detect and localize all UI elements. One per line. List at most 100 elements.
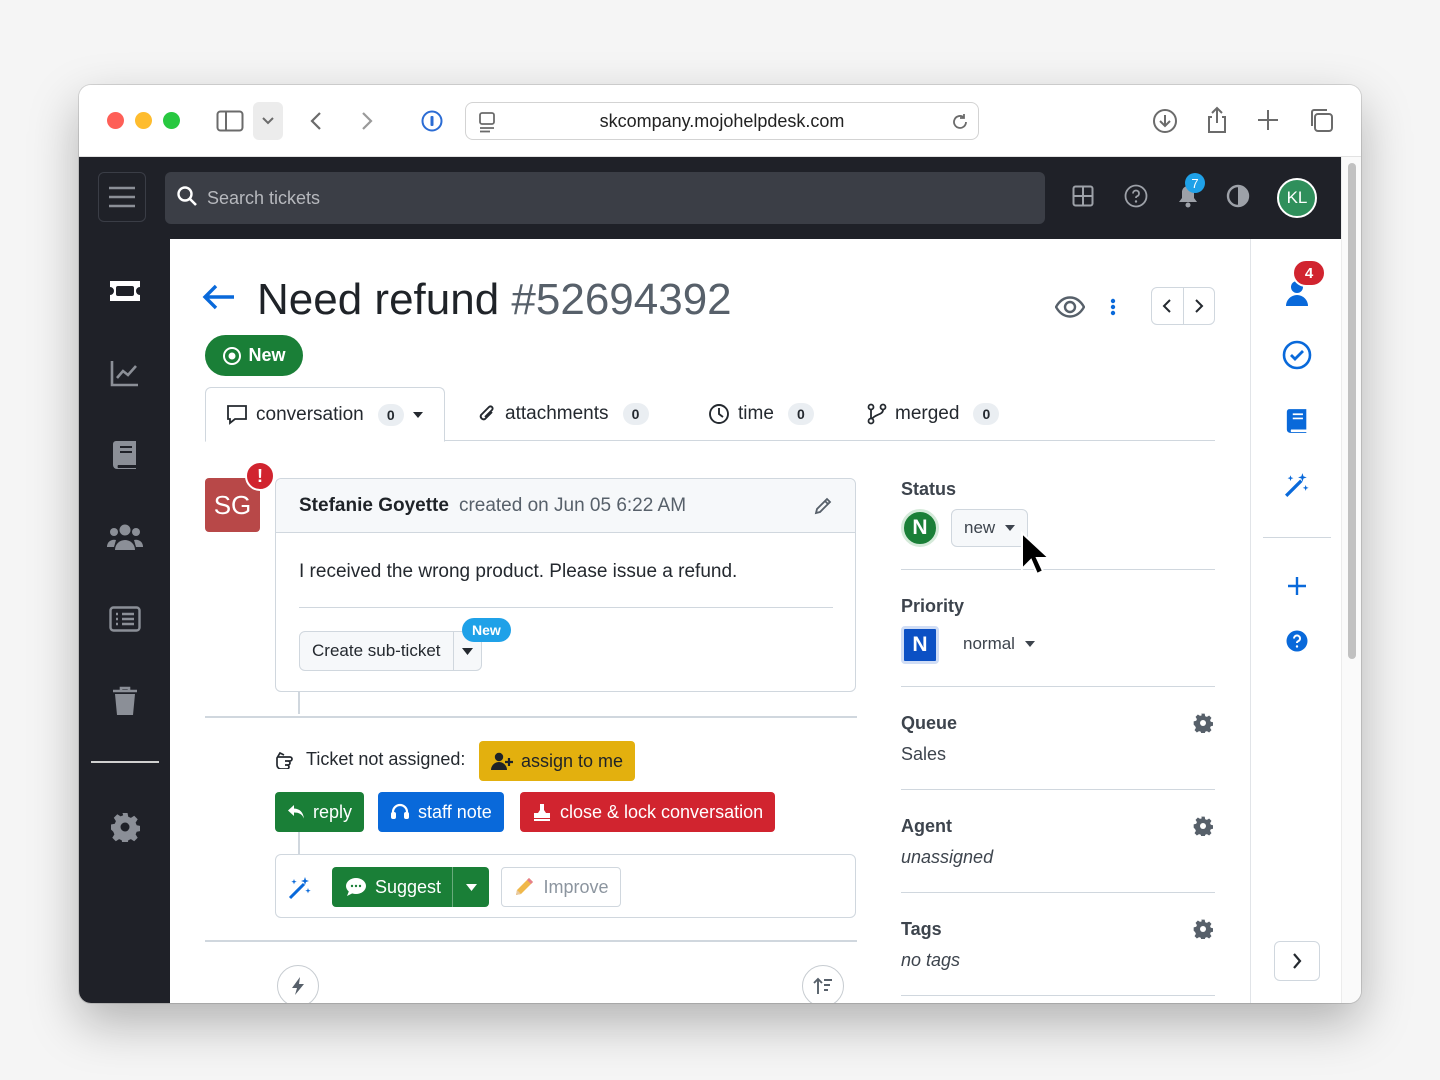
staff-note-button[interactable]: staff note (378, 792, 504, 832)
branch-icon (867, 403, 887, 425)
apps-grid-icon[interactable] (1071, 184, 1095, 208)
message-card: Stefanie Goyette created on Jun 05 6:22 … (275, 478, 856, 692)
page-settings-icon[interactable] (478, 111, 498, 138)
watch-eye-icon[interactable] (1053, 294, 1087, 320)
help-icon[interactable] (1124, 184, 1148, 208)
tab-time[interactable]: time 0 (708, 387, 814, 441)
section-divider (205, 940, 857, 942)
tags-gear-icon[interactable] (1193, 919, 1215, 941)
settings-gear-icon[interactable] (103, 805, 147, 849)
trash-icon[interactable] (103, 679, 147, 723)
rail-divider (1263, 537, 1331, 538)
downloads-icon[interactable] (1151, 107, 1179, 135)
tab-overview-icon[interactable] (1307, 106, 1335, 134)
ticket-pager (1151, 287, 1215, 325)
assignment-row: Ticket not assigned: (276, 749, 465, 770)
caret-down-icon[interactable] (412, 411, 424, 419)
agent-value: unassigned (901, 847, 994, 867)
list-view-icon[interactable] (103, 597, 147, 641)
tab-attachments[interactable]: attachments 0 (477, 387, 649, 441)
status-field: Status (901, 479, 1215, 500)
share-icon[interactable] (1203, 105, 1231, 135)
improve-button[interactable]: Improve (501, 867, 621, 907)
back-icon[interactable] (305, 109, 327, 133)
comment-icon (227, 404, 247, 425)
sidebar-divider (91, 761, 159, 763)
close-window-button[interactable] (107, 112, 124, 129)
chevron-down-icon[interactable] (253, 102, 283, 140)
users-icon[interactable] (103, 515, 147, 559)
message-author[interactable]: Stefanie Goyette (299, 495, 449, 517)
paperclip-icon (479, 405, 494, 421)
queue-gear-icon[interactable] (1193, 713, 1215, 735)
suggest-label: Suggest (375, 876, 442, 897)
message-body: I received the wrong product. Please iss… (299, 561, 738, 582)
minimize-window-button[interactable] (135, 112, 152, 129)
ticket-main: Need refund #52694392 New conversation 0 (170, 239, 1250, 1003)
watchers-count-badge: 4 (1292, 259, 1326, 287)
back-arrow-icon[interactable] (202, 283, 236, 316)
add-plus-icon[interactable] (1281, 570, 1313, 602)
sidebar-toggle-icon[interactable] (215, 107, 245, 135)
assign-to-me-button[interactable]: assign to me (479, 741, 636, 781)
book-icon[interactable] (1281, 405, 1313, 437)
tab-conversation[interactable]: conversation 0 (205, 387, 445, 442)
tags-value: no tags (901, 950, 961, 970)
reply-button[interactable]: reply (275, 792, 365, 832)
suggest-main[interactable]: Suggest (332, 867, 453, 907)
scrollbar-thumb[interactable] (1348, 163, 1356, 659)
tab-time-label: time (738, 403, 774, 424)
reports-icon[interactable] (103, 351, 147, 395)
user-plus-icon (491, 752, 513, 770)
knowledge-base-icon[interactable] (103, 433, 147, 477)
edit-pencil-icon[interactable] (813, 496, 833, 522)
tab-merged-count: 0 (973, 403, 1000, 425)
previous-ticket-icon[interactable] (1152, 288, 1184, 324)
password-manager-icon[interactable] (420, 109, 444, 133)
status-label: Status (901, 479, 957, 499)
expand-panel-button[interactable] (1274, 941, 1320, 981)
kebab-menu-icon[interactable] (1106, 295, 1120, 319)
theme-toggle-icon[interactable] (1226, 184, 1250, 208)
agent-label: Agent (901, 816, 952, 836)
caret-down-icon[interactable] (453, 883, 489, 891)
ticket-title-text: Need refund (257, 275, 500, 324)
forward-icon[interactable] (356, 109, 378, 133)
staff-note-label: staff note (418, 801, 492, 822)
magic-wand-icon[interactable] (1281, 469, 1313, 501)
user-avatar[interactable]: KL (1277, 178, 1317, 218)
close-lock-button[interactable]: close & lock conversation (520, 792, 776, 832)
search-input[interactable]: Search tickets (165, 172, 1045, 224)
maximize-window-button[interactable] (163, 112, 180, 129)
check-circle-icon[interactable] (1281, 339, 1313, 371)
pencil-icon (516, 878, 534, 895)
tab-merged[interactable]: merged 0 (867, 387, 1000, 441)
stamp-icon (534, 804, 550, 821)
status-select[interactable]: new (951, 509, 1028, 547)
mouse-cursor-icon (1020, 530, 1052, 582)
address-bar[interactable]: skcompany.mojohelpdesk.com (465, 102, 979, 140)
create-subticket-label[interactable]: Create sub-ticket (300, 632, 454, 670)
menu-icon[interactable] (98, 172, 146, 222)
priority-select[interactable]: normal (963, 634, 1035, 654)
ticket-number: #52694392 (511, 275, 732, 324)
priority-field: Priority (901, 596, 1215, 617)
caret-down-icon (1005, 525, 1016, 531)
next-ticket-icon[interactable] (1184, 288, 1215, 324)
queue-field: Queue Sales (901, 713, 1215, 765)
reload-icon[interactable] (950, 112, 970, 137)
pointing-hand-icon (276, 751, 293, 769)
agent-gear-icon[interactable] (1193, 816, 1215, 838)
page-scrollbar[interactable] (1341, 157, 1361, 1003)
tab-conversation-label: conversation (256, 403, 364, 425)
new-tab-icon[interactable] (1255, 107, 1281, 133)
tickets-icon[interactable] (103, 269, 147, 313)
create-subticket-button[interactable]: Create sub-ticket (299, 631, 482, 671)
suggest-button[interactable]: Suggest (332, 867, 489, 907)
agent-field: Agent unassigned (901, 816, 1215, 868)
help-circle-icon[interactable] (1281, 625, 1313, 657)
queue-value: Sales (901, 744, 947, 764)
sort-order-icon[interactable] (802, 965, 844, 1003)
url-text: skcompany.mojohelpdesk.com (599, 110, 845, 131)
quick-action-bolt-icon[interactable] (277, 965, 319, 1003)
